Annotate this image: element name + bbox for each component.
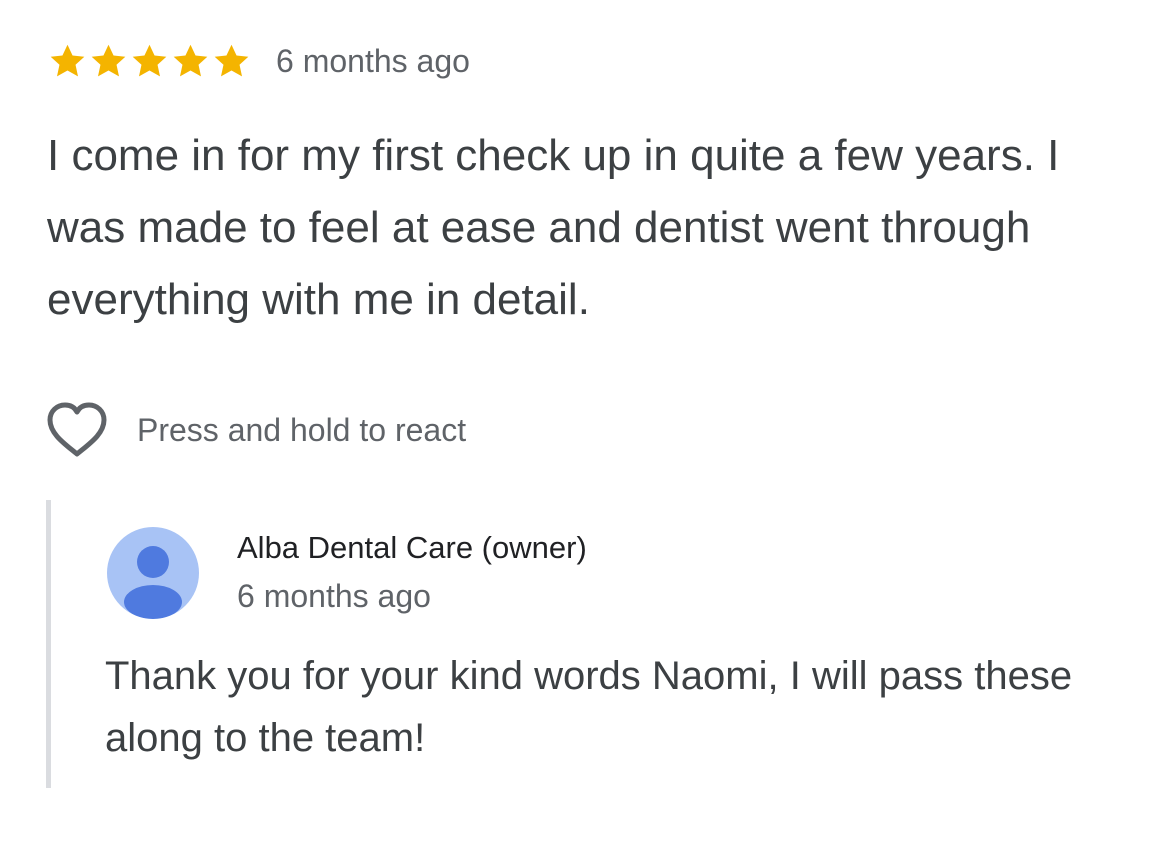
owner-reply: Alba Dental Care (owner) 6 months ago Th…	[46, 500, 1101, 788]
star-icon	[214, 44, 249, 76]
review-rating-row: 6 months ago	[47, 38, 470, 84]
owner-reply-date: 6 months ago	[237, 578, 431, 614]
star-icon	[91, 44, 126, 76]
person-icon	[124, 546, 182, 619]
heart-outline-icon[interactable]	[45, 401, 109, 459]
star-icon	[132, 44, 167, 76]
review-date: 6 months ago	[276, 43, 470, 79]
review-text: I come in for my first check up in quite…	[47, 131, 1060, 324]
react-button[interactable]: Press and hold to react	[45, 400, 466, 460]
star-icon	[173, 44, 208, 76]
owner-name: Alba Dental Care (owner)	[237, 530, 587, 565]
avatar	[107, 527, 199, 619]
owner-reply-text: Thank you for your kind words Naomi, I w…	[105, 654, 1073, 760]
react-label: Press and hold to react	[137, 411, 467, 448]
star-icon	[50, 44, 85, 76]
star-rating	[47, 41, 252, 82]
